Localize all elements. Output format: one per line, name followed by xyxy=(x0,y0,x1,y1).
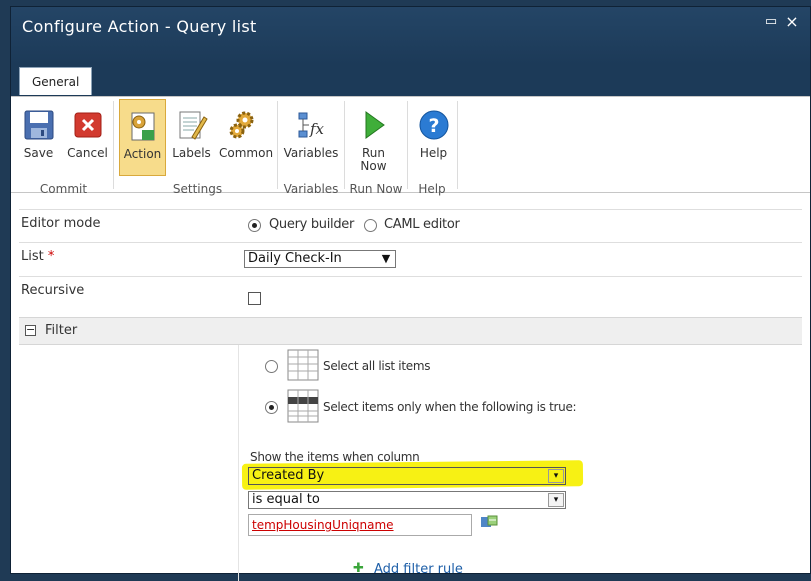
recursive-label: Recursive xyxy=(21,283,85,298)
tab-general[interactable]: General xyxy=(19,67,93,95)
recursive-row: Recursive xyxy=(19,277,802,317)
ribbon-separator xyxy=(277,101,278,189)
run-now-button[interactable]: Run Now xyxy=(351,99,396,177)
operator-select-value: is equal to xyxy=(252,492,320,507)
ribbon-separator xyxy=(113,101,114,189)
value-field[interactable]: tempHousingUniqname xyxy=(248,514,472,536)
list-select-value: Daily Check-In xyxy=(248,251,342,266)
caml-editor-radio[interactable] xyxy=(364,219,377,232)
column-select-value: Created By xyxy=(252,468,325,483)
svg-text:?: ? xyxy=(428,115,439,137)
gear-icon xyxy=(229,111,254,139)
chevron-down-icon: ▾ xyxy=(548,493,564,507)
group-label-settings: Settings xyxy=(172,182,223,196)
labels-button[interactable]: Labels xyxy=(169,99,214,177)
operator-select[interactable]: is equal to ▾ xyxy=(248,491,566,509)
help-icon: ? xyxy=(419,110,448,140)
list-label: List * xyxy=(21,249,54,264)
save-label: Save xyxy=(23,146,54,160)
ribbon-separator xyxy=(344,101,345,189)
caml-editor-label: CAML editor xyxy=(384,217,460,232)
chevron-down-icon: ▼ xyxy=(381,252,391,265)
filter-section-title: Filter xyxy=(45,323,78,338)
select-when-label: Select items only when the following is … xyxy=(323,400,577,414)
labels-label: Labels xyxy=(172,146,211,160)
cancel-icon xyxy=(74,112,101,138)
editor-mode-label: Editor mode xyxy=(21,216,101,231)
required-mark: * xyxy=(47,249,55,264)
labels-icon xyxy=(179,111,208,140)
dialog-titlebar: Configure Action - Query list ▭ × xyxy=(11,7,810,65)
select-when-radio[interactable] xyxy=(265,401,278,414)
editor-mode-row: Editor mode Query builder CAML editor xyxy=(19,209,802,243)
svg-text:fx: fx xyxy=(309,120,325,138)
table-icon xyxy=(287,349,319,381)
filter-body: Select all list items Select items only … xyxy=(19,345,802,581)
save-button[interactable]: Save xyxy=(16,99,61,177)
select-all-label: Select all list items xyxy=(323,359,431,373)
variables-icon: fx xyxy=(298,112,325,138)
value-field-token[interactable]: tempHousingUniqname xyxy=(252,518,394,532)
cancel-button[interactable]: Cancel xyxy=(65,99,110,177)
action-label: Action xyxy=(123,147,162,161)
query-builder-label: Query builder xyxy=(269,217,355,232)
common-label: Common xyxy=(219,146,274,160)
list-label-text: List xyxy=(21,249,44,264)
ribbon-tabstrip xyxy=(11,65,810,97)
variables-label: Variables xyxy=(283,146,339,160)
run-now-line-2: Now xyxy=(360,159,387,173)
run-now-label: Run Now xyxy=(351,147,396,173)
common-button[interactable]: Common xyxy=(219,99,274,177)
query-builder-radio[interactable] xyxy=(248,219,261,232)
add-filter-rule-link[interactable]: Add filter rule xyxy=(374,562,463,577)
select-all-radio[interactable] xyxy=(265,360,278,373)
close-icon[interactable]: × xyxy=(785,14,799,30)
action-icon xyxy=(131,112,154,141)
lookup-icon[interactable] xyxy=(480,515,498,529)
list-row: List * Daily Check-In ▼ xyxy=(19,243,802,277)
help-button[interactable]: ? Help xyxy=(411,99,456,177)
column-divider xyxy=(238,345,239,581)
save-icon xyxy=(24,110,53,140)
chevron-down-icon: ▾ xyxy=(548,469,564,483)
ribbon: Save Cancel Action Labels Common fx Vari… xyxy=(11,96,810,196)
cancel-label: Cancel xyxy=(67,146,108,160)
action-button[interactable]: Action xyxy=(119,99,166,176)
recursive-checkbox[interactable] xyxy=(248,292,261,305)
column-select[interactable]: Created By ▾ xyxy=(248,467,566,485)
ribbon-separator xyxy=(407,101,408,189)
dialog-title: Configure Action - Query list xyxy=(22,17,257,36)
ribbon-separator xyxy=(457,101,458,189)
group-label-help: Help xyxy=(418,182,446,196)
filtered-table-icon xyxy=(287,389,319,423)
play-icon xyxy=(365,111,385,139)
variables-button[interactable]: fx Variables xyxy=(283,99,339,177)
group-label-variables: Variables xyxy=(283,182,339,196)
filter-section-header[interactable]: − Filter xyxy=(19,317,802,345)
configure-action-dialog: Configure Action - Query list ▭ × Genera… xyxy=(10,6,811,581)
list-select[interactable]: Daily Check-In ▼ xyxy=(244,250,396,268)
maximize-icon[interactable]: ▭ xyxy=(764,15,778,29)
group-label-commit: Commit xyxy=(39,182,88,196)
help-label: Help xyxy=(419,146,448,160)
group-label-run-now: Run Now xyxy=(349,182,403,196)
collapse-icon[interactable]: − xyxy=(25,324,36,336)
